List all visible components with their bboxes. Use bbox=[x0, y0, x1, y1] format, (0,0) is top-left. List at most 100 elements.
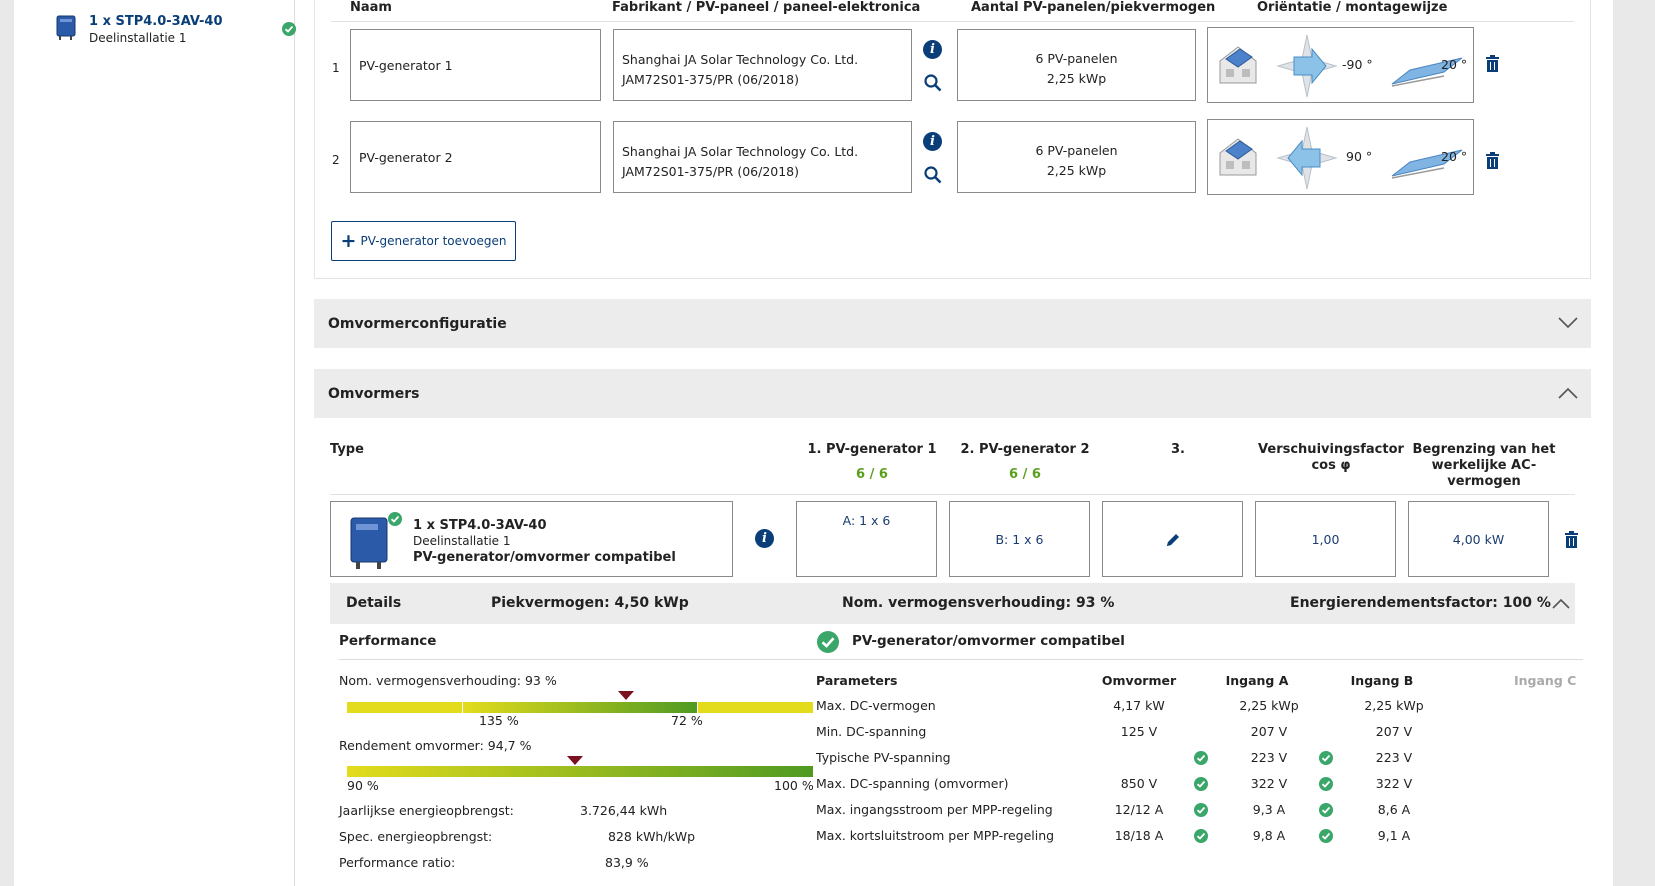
accordion-inverters[interactable]: Omvormers bbox=[314, 369, 1591, 418]
ratio-bar-segment-high bbox=[698, 702, 813, 713]
inverter-title: 1 x STP4.0-3AV-40 bbox=[413, 518, 547, 533]
param-name: Max. kortsluitstroom per MPP-regeling bbox=[816, 828, 1055, 843]
column-header-ac-limit: Begrenzing van het werkelijke AC- vermog… bbox=[1404, 442, 1564, 490]
add-pv-generator-button[interactable]: + PV-generator toevoegen bbox=[331, 221, 516, 261]
plus-icon: + bbox=[340, 229, 357, 252]
compat-divider bbox=[814, 659, 1583, 660]
annual-yield-value: 3.726,44 kWh bbox=[580, 803, 668, 818]
param-input-a-value: 223 V bbox=[1250, 750, 1288, 765]
trash-icon[interactable] bbox=[1485, 55, 1500, 73]
ratio-tick-right: 72 % bbox=[671, 713, 703, 728]
check-circle-icon bbox=[282, 22, 296, 36]
param-input-a-value: 207 V bbox=[1250, 724, 1288, 739]
orientation-field[interactable]: 90 ° 20 ° bbox=[1207, 119, 1474, 195]
check-circle-icon bbox=[388, 512, 402, 526]
header-divider bbox=[330, 494, 1575, 495]
search-icon[interactable] bbox=[923, 73, 943, 93]
ac-limit-field[interactable]: 4,00 kW bbox=[1408, 501, 1549, 577]
input-b-field[interactable]: B: 1 x 6 bbox=[949, 501, 1090, 577]
page: 1 x STP4.0-3AV-40 Deelinstallatie 1 Naam… bbox=[14, 0, 1613, 886]
ratio-tick-left: 135 % bbox=[479, 713, 519, 728]
pv-name-input[interactable]: PV-generator 1 bbox=[350, 29, 601, 101]
ratio-bar-segment-low bbox=[347, 702, 462, 713]
column-header-gen2: 2. PV-generator 2 bbox=[960, 442, 1090, 457]
specific-yield-label: Spec. energieopbrengst: bbox=[339, 829, 493, 844]
ratio-marker-icon bbox=[618, 691, 634, 700]
pv-module-field[interactable]: Shanghai JA Solar Technology Co. Ltd. JA… bbox=[613, 121, 912, 193]
sidebar-item-inverter[interactable]: 1 x STP4.0-3AV-40 Deelinstallatie 1 bbox=[54, 12, 296, 52]
panel-count-field[interactable]: 6 PV-panelen 2,25 kWp bbox=[957, 29, 1196, 101]
details-label: Details bbox=[346, 595, 402, 611]
lim-header-line3: vermogen bbox=[1447, 474, 1521, 489]
efficiency-tick-right: 100 % bbox=[774, 778, 814, 793]
chevron-up-icon bbox=[1558, 387, 1578, 399]
annual-yield-label: Jaarlijkse energieopbrengst: bbox=[339, 803, 514, 818]
manufacturer-name: Shanghai JA Solar Technology Co. Ltd. bbox=[622, 52, 859, 67]
main-content: Naam Fabrikant / PV-paneel / paneel-elek… bbox=[314, 0, 1599, 886]
module-name: JAM72S01-375/PR (06/2018) bbox=[622, 164, 800, 179]
cos-phi-field[interactable]: 1,00 bbox=[1255, 501, 1396, 577]
tilt-value: 20 ° bbox=[1441, 149, 1468, 164]
ratio-label: Nom. vermogensverhouding: 93 % bbox=[339, 673, 557, 688]
pv-generator-card: Naam Fabrikant / PV-paneel / paneel-elek… bbox=[314, 0, 1591, 279]
param-input-b-value: 223 V bbox=[1375, 750, 1413, 765]
manufacturer-name: Shanghai JA Solar Technology Co. Ltd. bbox=[622, 144, 859, 159]
efficiency-bar bbox=[347, 766, 813, 777]
inverter-subtitle: Deelinstallatie 1 bbox=[413, 534, 511, 548]
check-circle-icon bbox=[1194, 751, 1208, 765]
input-a-field[interactable]: A: 1 x 6 bbox=[796, 501, 937, 577]
efficiency-label: Rendement omvormer: 94,7 % bbox=[339, 738, 532, 753]
details-ratio: Nom. vermogensverhouding: 93 % bbox=[842, 595, 1115, 611]
inverter-type-field[interactable]: 1 x STP4.0-3AV-40 Deelinstallatie 1 PV-g… bbox=[330, 501, 733, 577]
input-c-field[interactable] bbox=[1102, 501, 1243, 577]
cos-header-line1: Verschuivingsfactor bbox=[1258, 442, 1404, 457]
inverter-status: PV-generator/omvormer compatibel bbox=[413, 550, 676, 565]
peak-power: 2,25 kWp bbox=[1046, 163, 1107, 178]
gen1-module-count: 6 / 6 bbox=[856, 467, 888, 482]
pv-name-value: PV-generator 1 bbox=[359, 57, 453, 73]
param-input-a-value: 2,25 kWp bbox=[1239, 698, 1299, 713]
lim-header-line2: werkelijke AC- bbox=[1431, 458, 1537, 473]
header-divider bbox=[331, 21, 1574, 22]
param-input-b-value: 9,1 A bbox=[1377, 828, 1411, 843]
accordion-inverter-configuration[interactable]: Omvormerconfiguratie bbox=[314, 299, 1591, 348]
param-inverter-value: 12/12 A bbox=[1114, 802, 1164, 817]
performance-divider bbox=[339, 659, 819, 660]
param-input-b-value: 8,6 A bbox=[1377, 802, 1411, 817]
pencil-icon[interactable] bbox=[1164, 531, 1182, 549]
param-name: Max. ingangsstroom per MPP-regeling bbox=[816, 802, 1053, 817]
param-input-a-value: 9,3 A bbox=[1252, 802, 1286, 817]
info-icon[interactable]: i bbox=[923, 40, 942, 59]
trash-icon[interactable] bbox=[1485, 152, 1500, 170]
pv-name-input[interactable]: PV-generator 2 bbox=[350, 121, 601, 193]
param-header-input-c: Ingang C bbox=[1514, 673, 1577, 688]
trash-icon[interactable] bbox=[1564, 531, 1579, 549]
info-icon[interactable]: i bbox=[923, 132, 942, 151]
details-bar[interactable]: Details Piekvermogen: 4,50 kWp Nom. verm… bbox=[330, 583, 1575, 624]
compass-east-icon bbox=[1276, 126, 1338, 190]
param-name: Max. DC-spanning (omvormer) bbox=[816, 776, 1009, 791]
check-circle-icon bbox=[1319, 751, 1333, 765]
orientation-field[interactable]: -90 ° 20 ° bbox=[1207, 27, 1474, 103]
row-number: 1 bbox=[332, 61, 340, 75]
search-icon[interactable] bbox=[923, 165, 943, 185]
accordion-title: Omvormerconfiguratie bbox=[328, 315, 507, 332]
peak-power: 2,25 kWp bbox=[1046, 71, 1107, 86]
ratio-bar-segment-optimal bbox=[463, 702, 697, 713]
pv-module-field[interactable]: Shanghai JA Solar Technology Co. Ltd. JA… bbox=[613, 29, 912, 101]
check-circle-icon bbox=[1194, 829, 1208, 843]
chevron-up-icon bbox=[1552, 598, 1570, 609]
param-name: Max. DC-vermogen bbox=[816, 698, 936, 713]
param-header-inverter: Omvormer bbox=[1101, 673, 1177, 688]
sidebar-item-subtitle: Deelinstallatie 1 bbox=[89, 31, 187, 45]
param-inverter-value: 4,17 kW bbox=[1113, 698, 1165, 713]
cos-header-line2: cos φ bbox=[1311, 458, 1351, 473]
param-header-input-b: Ingang B bbox=[1350, 673, 1414, 688]
panel-count-field[interactable]: 6 PV-panelen 2,25 kWp bbox=[957, 121, 1196, 193]
check-circle-icon bbox=[1194, 777, 1208, 791]
column-header-cos-phi: Verschuivingsfactor cos φ bbox=[1251, 442, 1411, 474]
info-icon[interactable]: i bbox=[755, 529, 774, 548]
house-icon bbox=[1219, 46, 1257, 84]
pv-name-value: PV-generator 2 bbox=[359, 149, 453, 165]
chevron-down-icon bbox=[1558, 317, 1578, 329]
